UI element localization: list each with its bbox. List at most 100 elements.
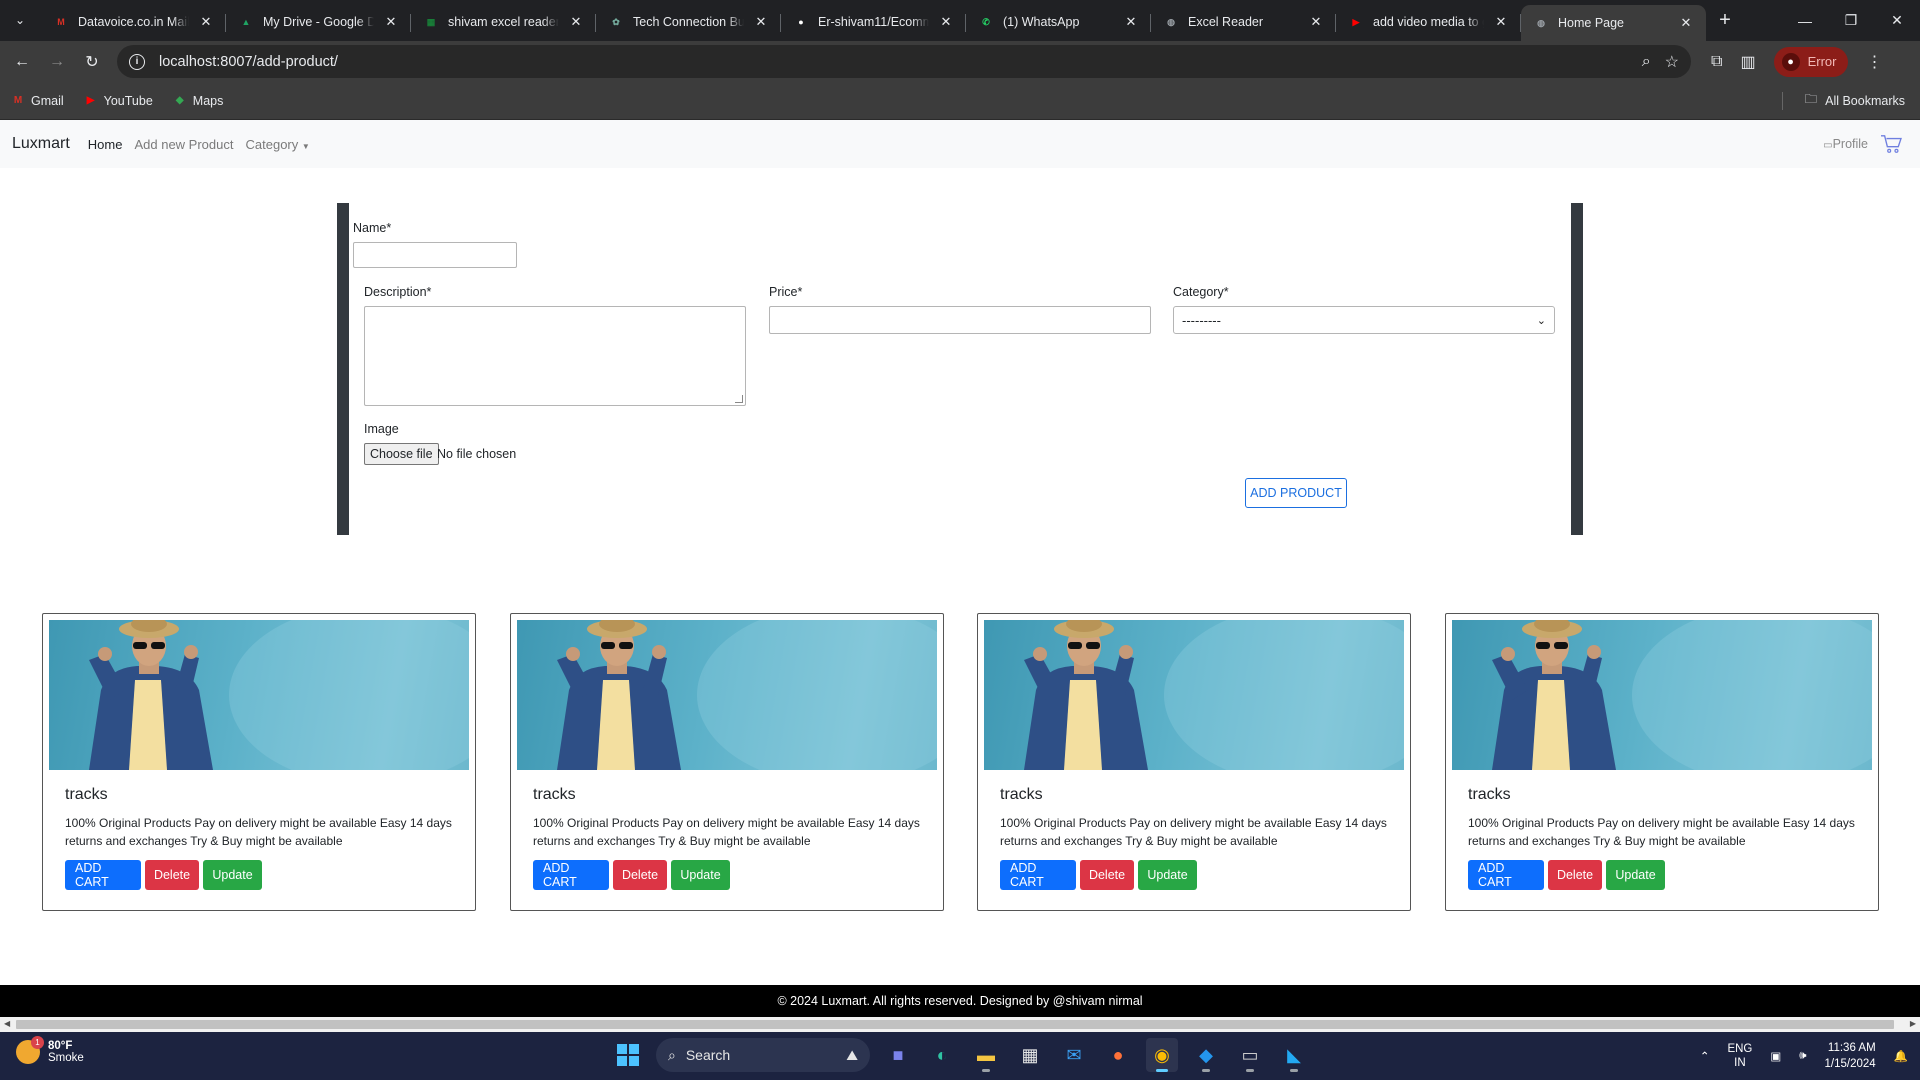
browser-tab[interactable]: ● Er-shivam11/Ecommerce ✕: [781, 5, 966, 39]
restore-button[interactable]: ❐: [1828, 0, 1874, 41]
address-url[interactable]: localhost:8007/add-product/: [159, 54, 1628, 70]
taskbar-search[interactable]: ⌕ Search ⛰: [656, 1038, 870, 1072]
product-photo: [1024, 620, 1404, 770]
chevron-down-icon: ⌄: [1536, 314, 1546, 327]
delete-button[interactable]: Delete: [1080, 860, 1134, 890]
close-tab-icon[interactable]: ✕: [383, 14, 399, 30]
browser-tab[interactable]: ✆ (1) WhatsApp ✕: [966, 5, 1151, 39]
add-product-button[interactable]: ADD PRODUCT: [1245, 478, 1347, 508]
terminal-icon[interactable]: ▭: [1234, 1038, 1266, 1072]
side-panel-icon[interactable]: ▥: [1740, 52, 1755, 72]
horizontal-scrollbar[interactable]: ◀ ▶: [0, 1017, 1920, 1032]
chatgpt-icon: ✿: [612, 16, 620, 27]
bookmark-gmail[interactable]: M Gmail: [11, 94, 64, 108]
extensions-icon[interactable]: ⧉: [1711, 53, 1722, 71]
browser-tab[interactable]: ✿ Tech Connection Builder ✕: [596, 5, 781, 39]
nav-category-dropdown[interactable]: Category ▼: [246, 137, 310, 152]
close-tab-icon[interactable]: ✕: [938, 14, 954, 30]
close-tab-icon[interactable]: ✕: [198, 14, 214, 30]
scrollbar-thumb[interactable]: [16, 1020, 1894, 1029]
close-tab-icon[interactable]: ✕: [1308, 14, 1324, 30]
youtube-icon: ▶: [1352, 16, 1360, 27]
file-explorer-icon[interactable]: ▬: [970, 1038, 1002, 1072]
browser-tab[interactable]: ▲ My Drive - Google Drive ✕: [226, 5, 411, 39]
scroll-right-icon[interactable]: ▶: [1910, 1019, 1916, 1028]
close-tab-icon[interactable]: ✕: [1493, 14, 1509, 30]
chevron-up-icon[interactable]: ⌃: [1700, 1049, 1710, 1063]
add-cart-button[interactable]: ADD CART: [1000, 860, 1076, 890]
zoom-icon[interactable]: ⌕: [1642, 53, 1651, 71]
close-tab-icon[interactable]: ✕: [1678, 15, 1694, 31]
edge-icon[interactable]: ◐: [926, 1038, 958, 1072]
chrome-icon[interactable]: ◉: [1146, 1038, 1178, 1072]
close-tab-icon[interactable]: ✕: [568, 14, 584, 30]
profile-error-button[interactable]: ● Error: [1773, 46, 1849, 77]
browser-tab[interactable]: ▦ shivam excel reader - Google Sheets ✕: [411, 5, 596, 39]
reload-button[interactable]: ↻: [79, 49, 105, 75]
back-button[interactable]: ←: [9, 49, 35, 75]
product-image[interactable]: [517, 620, 937, 770]
update-button[interactable]: Update: [1606, 860, 1665, 890]
notification-bell-icon[interactable]: 🔔: [1894, 1049, 1908, 1063]
all-bookmarks-button[interactable]: 🗀 All Bookmarks: [1781, 90, 1905, 111]
price-input[interactable]: [769, 306, 1151, 334]
tab-search-button[interactable]: ⌄: [5, 5, 35, 35]
browser-tab[interactable]: ▶ add video media to google ✕: [1336, 5, 1521, 39]
close-window-button[interactable]: ✕: [1874, 0, 1920, 41]
weather-widget[interactable]: 1 80°F Smoke: [16, 1036, 84, 1064]
kebab-menu-icon[interactable]: ⋮: [1866, 52, 1882, 72]
product-image[interactable]: [984, 620, 1404, 770]
delete-button[interactable]: Delete: [1548, 860, 1602, 890]
bookmark-maps[interactable]: ◆ Maps: [173, 94, 223, 108]
resize-handle-icon[interactable]: [735, 395, 743, 403]
search-highlight-icon: ⛰: [846, 1046, 858, 1063]
drive-icon: ▲: [241, 17, 251, 27]
address-bar[interactable]: i localhost:8007/add-product/ ⌕ ☆: [117, 45, 1691, 78]
name-input[interactable]: [353, 242, 517, 268]
weather-desc: Smoke: [48, 1052, 84, 1064]
profile-image[interactable]: ▭Profile: [1823, 137, 1868, 151]
close-tab-icon[interactable]: ✕: [1123, 14, 1139, 30]
minimize-button[interactable]: —: [1782, 0, 1828, 41]
bookmark-youtube[interactable]: ▶ YouTube: [84, 94, 153, 108]
update-button[interactable]: Update: [671, 860, 730, 890]
docker-icon[interactable]: ◆: [1190, 1038, 1222, 1072]
cart-icon[interactable]: [1880, 134, 1902, 154]
brand-logo[interactable]: Luxmart: [12, 135, 70, 153]
youtube-icon: ▶: [86, 95, 95, 106]
nav-home[interactable]: Home: [88, 137, 123, 152]
site-info-icon[interactable]: i: [129, 53, 145, 70]
delete-button[interactable]: Delete: [613, 860, 667, 890]
browser-tab[interactable]: ◍ Excel Reader ✕: [1151, 5, 1336, 39]
scroll-left-icon[interactable]: ◀: [4, 1019, 10, 1028]
mail-icon[interactable]: ✉: [1058, 1038, 1090, 1072]
clock[interactable]: 11:36 AM 1/15/2024: [1825, 1040, 1876, 1072]
choose-file-button[interactable]: Choose file: [364, 443, 439, 465]
forward-button[interactable]: →: [44, 49, 70, 75]
browser-tab[interactable]: M Datavoice.co.in Mail ✕: [41, 5, 226, 39]
update-button[interactable]: Update: [203, 860, 262, 890]
language-indicator[interactable]: ENG IN: [1727, 1042, 1752, 1070]
add-cart-button[interactable]: ADD CART: [533, 860, 609, 890]
close-tab-icon[interactable]: ✕: [753, 14, 769, 30]
volume-icon[interactable]: 🕪: [1799, 1050, 1806, 1063]
description-textarea[interactable]: [364, 306, 746, 406]
add-cart-button[interactable]: ADD CART: [1468, 860, 1544, 890]
meet-icon[interactable]: ■: [882, 1038, 914, 1072]
product-image[interactable]: [49, 620, 469, 770]
add-cart-button[interactable]: ADD CART: [65, 860, 141, 890]
bookmark-star-icon[interactable]: ☆: [1665, 52, 1679, 72]
nav-add-product[interactable]: Add new Product: [134, 137, 233, 152]
browser-tab[interactable]: ◍ Home Page ✕: [1521, 5, 1706, 41]
firefox-icon[interactable]: ●: [1102, 1038, 1134, 1072]
update-button[interactable]: Update: [1138, 860, 1197, 890]
vscode-icon[interactable]: ◣: [1278, 1038, 1310, 1072]
start-button[interactable]: [612, 1038, 644, 1072]
product-image[interactable]: [1452, 620, 1872, 770]
network-icon[interactable]: ▣: [1770, 1049, 1781, 1063]
store-icon[interactable]: ▦: [1014, 1038, 1046, 1072]
category-select[interactable]: --------- ⌄: [1173, 306, 1555, 334]
new-tab-button[interactable]: +: [1710, 0, 1740, 41]
footer-text: © 2024 Luxmart. All rights reserved. Des…: [777, 994, 1143, 1008]
delete-button[interactable]: Delete: [145, 860, 199, 890]
